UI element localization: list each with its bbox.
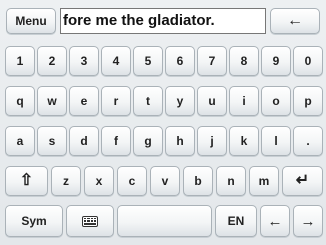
key-z[interactable]: z bbox=[51, 166, 81, 196]
enter-button[interactable]: ↵ bbox=[282, 166, 323, 196]
key-d[interactable]: d bbox=[69, 126, 99, 156]
key-h[interactable]: h bbox=[165, 126, 195, 156]
cursor-right-button[interactable]: → bbox=[293, 205, 323, 237]
key-b[interactable]: b bbox=[183, 166, 213, 196]
shift-icon: ⇧ bbox=[19, 172, 34, 189]
key-g[interactable]: g bbox=[133, 126, 163, 156]
menu-button[interactable]: Menu bbox=[6, 8, 56, 34]
language-button[interactable]: EN bbox=[215, 205, 257, 237]
key-v[interactable]: v bbox=[150, 166, 180, 196]
key-i[interactable]: i bbox=[229, 86, 259, 116]
key-2[interactable]: 2 bbox=[37, 46, 67, 76]
key-period[interactable]: . bbox=[293, 126, 323, 156]
keyboard-switch-button[interactable] bbox=[66, 205, 114, 237]
key-r[interactable]: r bbox=[101, 86, 131, 116]
shift-button[interactable]: ⇧ bbox=[5, 166, 48, 196]
key-6[interactable]: 6 bbox=[165, 46, 195, 76]
key-n[interactable]: n bbox=[216, 166, 246, 196]
space-bar[interactable] bbox=[117, 205, 212, 237]
key-c[interactable]: c bbox=[117, 166, 147, 196]
left-arrow-icon: ← bbox=[267, 212, 283, 230]
key-s[interactable]: s bbox=[37, 126, 67, 156]
text-input-field[interactable]: fore me the gladiator. bbox=[60, 8, 266, 34]
key-t[interactable]: t bbox=[133, 86, 163, 116]
key-4[interactable]: 4 bbox=[101, 46, 131, 76]
key-y[interactable]: y bbox=[165, 86, 195, 116]
key-k[interactable]: k bbox=[229, 126, 259, 156]
key-q[interactable]: q bbox=[5, 86, 35, 116]
keyboard-icon bbox=[82, 215, 98, 227]
key-a[interactable]: a bbox=[5, 126, 35, 156]
left-arrow-icon: ← bbox=[287, 12, 303, 29]
key-o[interactable]: o bbox=[261, 86, 291, 116]
key-3[interactable]: 3 bbox=[69, 46, 99, 76]
key-j[interactable]: j bbox=[197, 126, 227, 156]
key-p[interactable]: p bbox=[293, 86, 323, 116]
key-7[interactable]: 7 bbox=[197, 46, 227, 76]
key-l[interactable]: l bbox=[261, 126, 291, 156]
key-w[interactable]: w bbox=[37, 86, 67, 116]
key-x[interactable]: x bbox=[84, 166, 114, 196]
virtual-keyboard: Menu fore me the gladiator. ← 1 2 3 4 5 … bbox=[0, 0, 326, 245]
key-0[interactable]: 0 bbox=[293, 46, 323, 76]
key-f[interactable]: f bbox=[101, 126, 131, 156]
key-e[interactable]: e bbox=[69, 86, 99, 116]
cursor-left-button[interactable]: ← bbox=[260, 205, 290, 237]
key-1[interactable]: 1 bbox=[5, 46, 35, 76]
sym-button[interactable]: Sym bbox=[5, 205, 63, 237]
key-u[interactable]: u bbox=[197, 86, 227, 116]
right-arrow-icon: → bbox=[300, 212, 316, 230]
key-m[interactable]: m bbox=[249, 166, 279, 196]
enter-icon: ↵ bbox=[295, 172, 310, 189]
key-9[interactable]: 9 bbox=[261, 46, 291, 76]
backspace-button[interactable]: ← bbox=[270, 8, 320, 34]
key-5[interactable]: 5 bbox=[133, 46, 163, 76]
key-8[interactable]: 8 bbox=[229, 46, 259, 76]
